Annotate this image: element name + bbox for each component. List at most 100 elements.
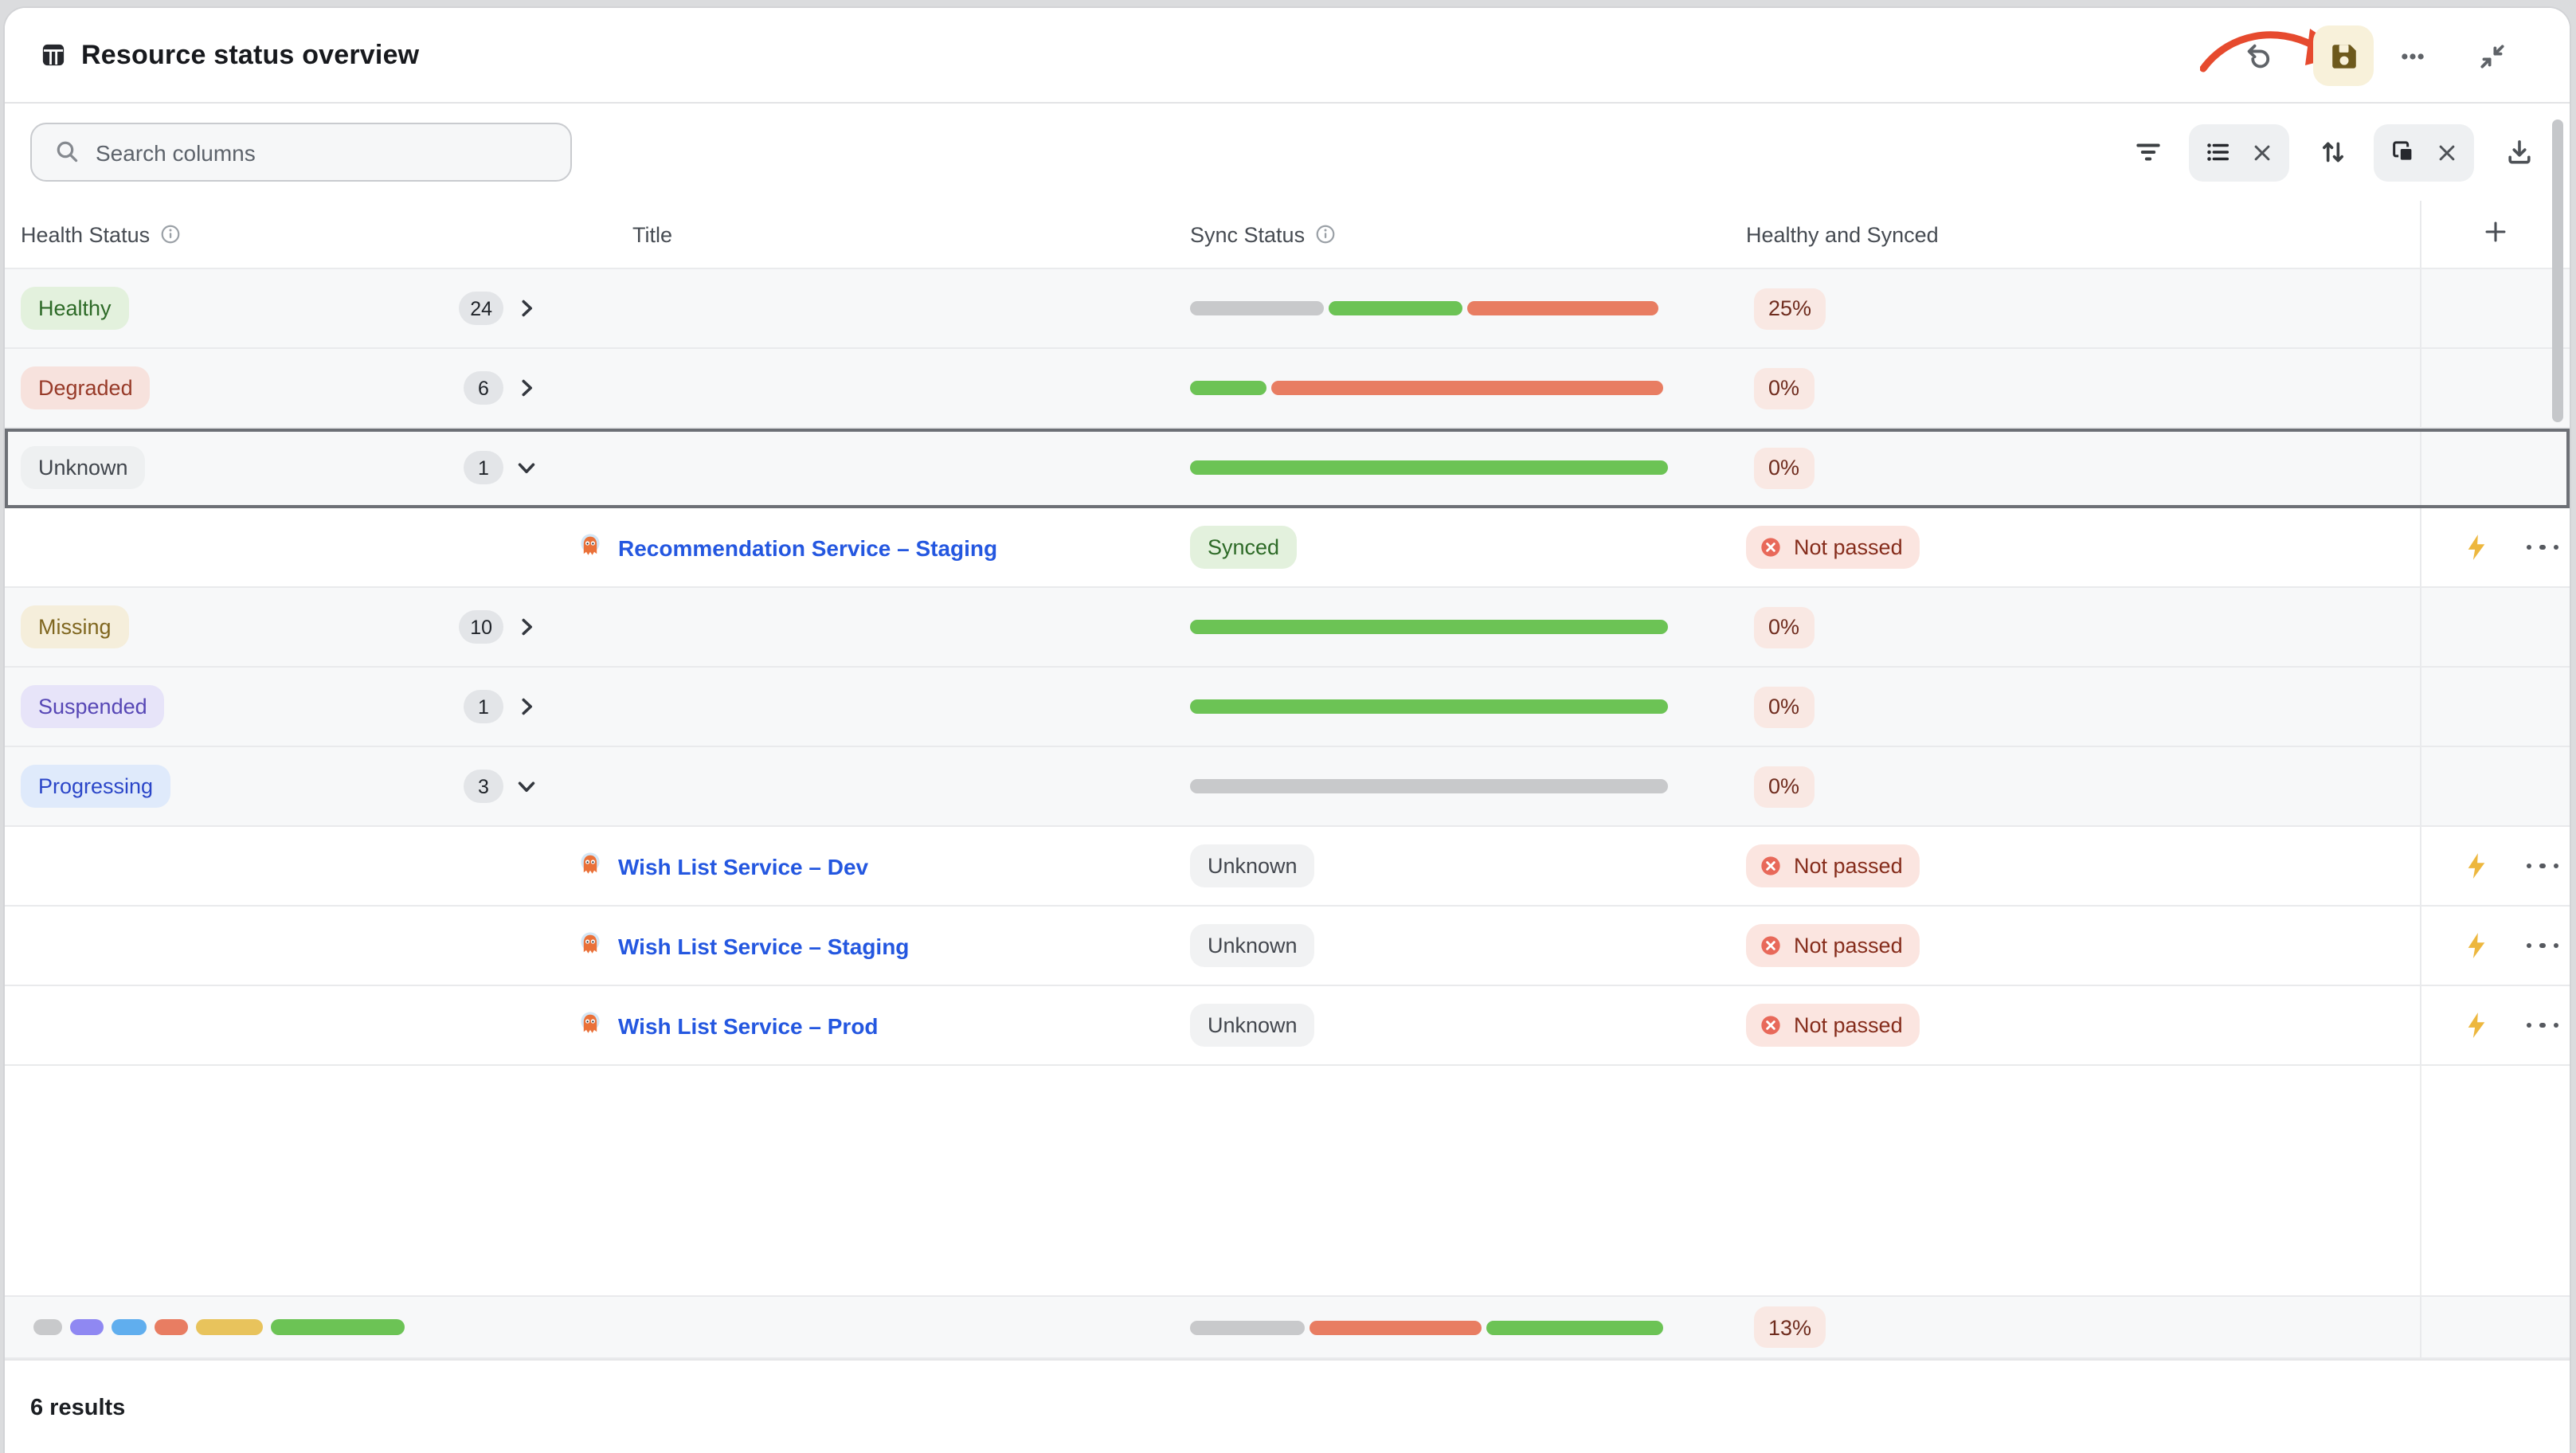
group-count: 6 bbox=[464, 371, 503, 405]
col-health-status[interactable]: Health Status bbox=[21, 222, 150, 246]
scorecard-lightning-icon[interactable] bbox=[2455, 845, 2496, 887]
chevron-right-icon[interactable] bbox=[515, 695, 538, 719]
service-link[interactable]: Wish List Service – Staging bbox=[618, 933, 909, 958]
service-avatar-icon bbox=[578, 534, 602, 561]
chevron-down-icon[interactable] bbox=[515, 774, 538, 798]
sync-status-badge: Unknown bbox=[1190, 844, 1315, 887]
table-summary-row: 13% bbox=[5, 1295, 2570, 1359]
healthy-synced-check: Not passed bbox=[1746, 924, 1920, 967]
sync-status-badge: Unknown bbox=[1190, 924, 1315, 967]
scorecard-lightning-icon[interactable] bbox=[2455, 527, 2496, 568]
row-actions-icon[interactable] bbox=[2522, 845, 2563, 887]
table-row-service: Wish List Service – Dev Unknown Not pass… bbox=[5, 827, 2570, 907]
sort-icon[interactable] bbox=[2318, 104, 2348, 201]
table-row-group-unknown[interactable]: Unknown 1 0% bbox=[5, 429, 2570, 508]
service-link[interactable]: Recommendation Service – Staging bbox=[618, 535, 997, 560]
health-status-badge: Missing bbox=[21, 605, 129, 648]
row-actions-icon[interactable] bbox=[2522, 1005, 2563, 1046]
healthy-synced-percent: 0% bbox=[1754, 447, 1814, 488]
download-icon[interactable] bbox=[2504, 104, 2535, 201]
healthy-synced-summary-percent: 13% bbox=[1754, 1306, 1826, 1348]
search-columns-box[interactable] bbox=[30, 123, 572, 182]
sync-status-bar bbox=[1190, 779, 1668, 793]
table-row-service: Recommendation Service – Staging Synced … bbox=[5, 508, 2570, 588]
healthy-synced-percent: 25% bbox=[1754, 288, 1826, 329]
table-header-row: Health Status Title Sync Status Healthy … bbox=[5, 201, 2570, 269]
view-mode-chip bbox=[2189, 123, 2289, 181]
scorecard-lightning-icon[interactable] bbox=[2455, 1005, 2496, 1046]
vertical-scrollbar[interactable] bbox=[2552, 119, 2563, 422]
titlebar-actions bbox=[2237, 8, 2512, 104]
healthy-synced-check: Not passed bbox=[1746, 844, 1920, 887]
service-avatar-icon bbox=[578, 852, 602, 879]
service-link[interactable]: Wish List Service – Prod bbox=[618, 1012, 879, 1038]
titlebar: Resource status overview bbox=[5, 8, 2570, 104]
info-icon[interactable] bbox=[1314, 223, 1337, 245]
table-row-group-degraded[interactable]: Degraded 6 0% bbox=[5, 349, 2570, 429]
save-icon bbox=[2328, 41, 2359, 71]
healthy-synced-percent: 0% bbox=[1754, 766, 1814, 807]
collapse-icon[interactable] bbox=[2471, 35, 2512, 76]
table-row-group-progressing[interactable]: Progressing 3 0% bbox=[5, 747, 2570, 827]
table-empty-area bbox=[5, 1066, 2570, 1295]
add-column-icon[interactable] bbox=[2482, 218, 2509, 250]
failed-icon bbox=[1759, 934, 1783, 958]
page-title: Resource status overview bbox=[81, 39, 419, 71]
chevron-right-icon[interactable] bbox=[515, 296, 538, 320]
failed-icon bbox=[1759, 535, 1783, 559]
table-row-group-healthy[interactable]: Healthy 24 25% bbox=[5, 269, 2570, 349]
chevron-down-icon[interactable] bbox=[515, 456, 538, 480]
group-by-icon[interactable] bbox=[2387, 131, 2419, 173]
search-columns-input[interactable] bbox=[96, 139, 526, 165]
results-count: 6 results bbox=[30, 1395, 125, 1420]
save-button[interactable] bbox=[2313, 25, 2374, 86]
group-count: 1 bbox=[464, 690, 503, 723]
healthy-synced-percent: 0% bbox=[1754, 686, 1814, 727]
service-avatar-icon bbox=[578, 1012, 602, 1039]
healthy-synced-check: Not passed bbox=[1746, 1004, 1920, 1047]
undo-icon[interactable] bbox=[2237, 35, 2278, 76]
sync-status-badge: Unknown bbox=[1190, 1004, 1315, 1047]
chevron-right-icon[interactable] bbox=[515, 376, 538, 400]
info-icon[interactable] bbox=[159, 223, 182, 245]
grouping-chip bbox=[2374, 123, 2474, 181]
more-options-icon[interactable] bbox=[2391, 35, 2433, 76]
resource-status-widget: Resource status overview bbox=[0, 0, 2576, 1453]
row-actions-icon[interactable] bbox=[2522, 527, 2563, 568]
service-link[interactable]: Wish List Service – Dev bbox=[618, 853, 868, 879]
col-title[interactable]: Title bbox=[632, 222, 672, 246]
sync-status-summary-bar bbox=[1190, 1320, 1668, 1334]
group-count: 10 bbox=[459, 610, 503, 644]
healthy-synced-check: Not passed bbox=[1746, 526, 1920, 569]
row-actions-icon[interactable] bbox=[2522, 925, 2563, 966]
healthy-synced-percent: 0% bbox=[1754, 606, 1814, 648]
health-status-badge: Degraded bbox=[21, 366, 151, 409]
chevron-right-icon[interactable] bbox=[515, 615, 538, 639]
table-footer: 6 results bbox=[5, 1359, 2570, 1453]
health-status-badge: Progressing bbox=[21, 765, 170, 808]
healthy-synced-percent: 0% bbox=[1754, 367, 1814, 409]
toolbar bbox=[5, 104, 2570, 201]
table-row-service: Wish List Service – Staging Unknown Not … bbox=[5, 907, 2570, 986]
health-status-summary-pills bbox=[21, 1319, 405, 1335]
sync-status-bar bbox=[1190, 620, 1668, 634]
clear-group-icon[interactable] bbox=[2432, 131, 2461, 173]
failed-icon bbox=[1759, 1013, 1783, 1037]
sync-status-badge: Synced bbox=[1190, 526, 1297, 569]
col-sync-status[interactable]: Sync Status bbox=[1190, 222, 1305, 246]
failed-icon bbox=[1759, 854, 1783, 878]
table-row-group-suspended[interactable]: Suspended 1 0% bbox=[5, 668, 2570, 747]
search-icon bbox=[54, 139, 81, 166]
service-avatar-icon bbox=[578, 932, 602, 959]
sync-status-bar bbox=[1190, 699, 1668, 714]
widget-card: Resource status overview bbox=[3, 6, 2571, 1453]
filter-icon[interactable] bbox=[2133, 104, 2163, 201]
group-count: 24 bbox=[459, 292, 503, 325]
table-row-group-missing[interactable]: Missing 10 0% bbox=[5, 588, 2570, 668]
clear-view-icon[interactable] bbox=[2247, 131, 2276, 173]
list-view-icon[interactable] bbox=[2202, 131, 2234, 173]
scorecard-lightning-icon[interactable] bbox=[2455, 925, 2496, 966]
table-row-service: Wish List Service – Prod Unknown Not pas… bbox=[5, 986, 2570, 1066]
col-healthy-and-synced[interactable]: Healthy and Synced bbox=[1746, 222, 1939, 246]
group-count: 3 bbox=[464, 770, 503, 803]
